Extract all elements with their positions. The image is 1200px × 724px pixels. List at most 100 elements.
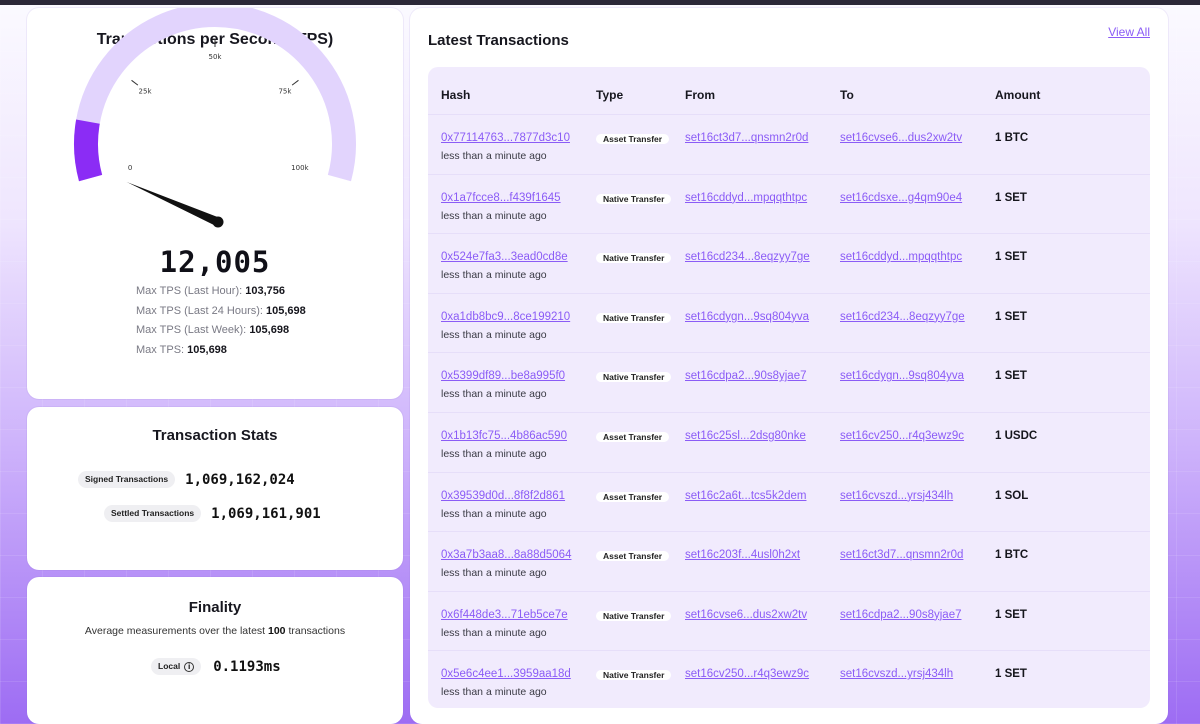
local-badge[interactable]: Local i bbox=[151, 658, 202, 675]
tx-type-badge: Native Transfer bbox=[596, 253, 672, 264]
view-all-link[interactable]: View All bbox=[1108, 25, 1150, 39]
tx-time: less than a minute ago bbox=[441, 626, 547, 639]
tx-from-link[interactable]: set16ct3d7...qnsmn2r0d bbox=[685, 132, 808, 144]
tx-type: Asset Transfer bbox=[596, 548, 670, 564]
tx-hash-link[interactable]: 0x39539d0d...8f8f2d861 bbox=[441, 490, 565, 502]
tx-time: less than a minute ago bbox=[441, 209, 547, 222]
max-tps-value: 105,698 bbox=[266, 304, 306, 317]
table-row: 0x6f448de3...71eb5ce7e less than a minute… bbox=[428, 590, 1150, 651]
tx-to-link[interactable]: set16cd234...8eqzyy7ge bbox=[840, 311, 965, 323]
column-header-hash: Hash bbox=[441, 88, 471, 102]
table-row: 0x1a7fcce8...f439f1645 less than a minute… bbox=[428, 173, 1150, 234]
max-tps-last-hour: Max TPS (Last Hour): 103,756 bbox=[136, 282, 306, 302]
tx-amount: 1 SET bbox=[995, 608, 1027, 621]
gauge-tick-label: 75k bbox=[278, 88, 292, 96]
max-tps-list: Max TPS (Last Hour): 103,756 Max TPS (La… bbox=[136, 282, 306, 360]
gauge-tick-label: 0 bbox=[128, 164, 132, 172]
table-row: 0x3a7b3aa8...8a88d5064 less than a minute… bbox=[428, 531, 1150, 591]
tx-hash-link[interactable]: 0xa1db8bc9...8ce199210 bbox=[441, 311, 570, 323]
tx-type: Native Transfer bbox=[596, 369, 672, 385]
tx-amount: 1 SET bbox=[995, 191, 1027, 204]
tx-time: less than a minute ago bbox=[441, 269, 547, 282]
tps-current-value: 12,005 bbox=[159, 245, 271, 279]
max-tps-value: 105,698 bbox=[249, 324, 290, 336]
tx-time: less than a minute ago bbox=[441, 150, 547, 162]
max-tps-last-week: Max TPS (Last Week): 105,698 bbox=[136, 321, 306, 341]
gauge-needle bbox=[126, 181, 220, 227]
tx-time: less than a minute ago bbox=[441, 686, 547, 699]
column-header-type: Type bbox=[596, 88, 624, 102]
max-tps-label: Max TPS (Last Hour): bbox=[136, 285, 243, 297]
tx-from-link[interactable]: set16cdpa2...90s8yjae7 bbox=[685, 370, 806, 382]
gauge-hub bbox=[212, 216, 224, 228]
tx-type: Native Transfer bbox=[596, 667, 672, 683]
tx-hash-link[interactable]: 0x5399df89...be8a995f0 bbox=[441, 370, 565, 382]
gauge-ticks bbox=[131, 39, 299, 86]
tx-hash-link[interactable]: 0x1b13fc75...4b86ac590 bbox=[441, 430, 567, 442]
tx-amount: 1 SET bbox=[995, 370, 1027, 383]
table-row: 0xa1db8bc9...8ce199210 less than a minute… bbox=[428, 292, 1150, 353]
tx-to-link[interactable]: set16cddyd...mpqqthtpc bbox=[840, 251, 962, 263]
tx-hash-link[interactable]: 0x77114763...7877d3c10 bbox=[441, 132, 570, 144]
gauge-fill bbox=[74, 119, 103, 182]
tx-to-link[interactable]: set16cvse6...dus2xw2tv bbox=[840, 132, 962, 144]
latest-transactions-card: Latest Transactions View All Hash Type F… bbox=[410, 8, 1168, 724]
tx-from-link[interactable]: set16c203f...4usl0h2xt bbox=[685, 549, 800, 561]
max-tps-label: Max TPS: bbox=[136, 343, 185, 356]
tx-to-link[interactable]: set16cdpa2...90s8yjae7 bbox=[840, 609, 961, 621]
tx-amount: 1 USDC bbox=[995, 430, 1038, 442]
stats-title: Transaction Stats bbox=[152, 427, 278, 444]
max-tps-value: 103,756 bbox=[245, 285, 285, 297]
info-icon[interactable]: i bbox=[184, 662, 195, 672]
max-tps-label: Max TPS (Last Week): bbox=[136, 324, 247, 336]
finality-subtitle-pre: Average measurements over the latest bbox=[84, 625, 266, 637]
tx-from-link[interactable]: set16cd234...8eqzyy7ge bbox=[685, 251, 810, 263]
max-tps-last-24h: Max TPS (Last 24 Hours): 105,698 bbox=[136, 302, 306, 322]
table-row: 0x1b13fc75...4b86ac590 less than a minute… bbox=[428, 412, 1150, 472]
tx-from-link[interactable]: set16cddyd...mpqqthtpc bbox=[685, 192, 807, 204]
tx-type-badge: Native Transfer bbox=[596, 312, 672, 323]
finality-subtitle: Average measurements over the latest 100… bbox=[27, 625, 403, 637]
settled-transactions-value: 1,069,161,901 bbox=[211, 505, 321, 522]
tx-from-link[interactable]: set16c25sl...2dsg80nke bbox=[685, 430, 806, 442]
tx-hash-link[interactable]: 0x1a7fcce8...f439f1645 bbox=[441, 192, 561, 204]
tx-to-link[interactable]: set16cv250...r4q3ewz9c bbox=[840, 430, 964, 442]
tx-to-link[interactable]: set16cvszd...yrsj434lh bbox=[840, 490, 953, 502]
column-header-from: From bbox=[685, 88, 715, 102]
settled-transactions-badge: Settled Transactions bbox=[104, 505, 202, 522]
max-tps-all-time: Max TPS: 105,698 bbox=[136, 341, 306, 361]
finality-local-value: 0.1193ms bbox=[213, 658, 281, 675]
tx-amount: 1 SET bbox=[995, 310, 1027, 323]
tx-type-badge: Asset Transfer bbox=[596, 432, 670, 442]
tx-amount: 1 BTC bbox=[995, 132, 1029, 144]
finality-local-row: Local i 0.1193ms bbox=[151, 658, 281, 675]
local-label: Local bbox=[158, 661, 181, 671]
tx-hash-link[interactable]: 0x6f448de3...71eb5ce7e bbox=[441, 609, 568, 621]
signed-transactions-value: 1,069,162,024 bbox=[185, 471, 295, 488]
tx-hash-link[interactable]: 0x5e6c4ee1...3959aa18d bbox=[441, 668, 571, 680]
tx-from-link[interactable]: set16cv250...r4q3ewz9c bbox=[685, 668, 809, 680]
settled-transactions-row: Settled Transactions 1,069,161,901 bbox=[104, 505, 321, 522]
tx-type: Native Transfer bbox=[596, 250, 672, 266]
tx-amount: 1 BTC bbox=[995, 549, 1029, 562]
tx-to-link[interactable]: set16cdygn...9sq804yva bbox=[840, 370, 964, 382]
tx-amount: 1 SET bbox=[995, 251, 1027, 264]
max-tps-value: 105,698 bbox=[187, 343, 227, 356]
tx-hash-link[interactable]: 0x3a7b3aa8...8a88d5064 bbox=[441, 549, 571, 561]
column-header-to: To bbox=[840, 88, 854, 102]
tx-from-link[interactable]: set16cdygn...9sq804yva bbox=[685, 311, 809, 323]
tx-to-link[interactable]: set16cdsxe...g4qm90e4 bbox=[840, 192, 962, 204]
tx-type-badge: Native Transfer bbox=[596, 670, 672, 681]
tx-type: Asset Transfer bbox=[596, 131, 670, 147]
tps-gauge: 0 25k 50k 75k 100k bbox=[74, 8, 356, 228]
tx-from-link[interactable]: set16cvse6...dus2xw2tv bbox=[685, 609, 807, 621]
tx-type: Asset Transfer bbox=[596, 429, 670, 445]
tx-hash-link[interactable]: 0x524e7fa3...3ead0cd8e bbox=[441, 251, 568, 263]
tx-to-link[interactable]: set16ct3d7...qnsmn2r0d bbox=[840, 549, 963, 561]
tx-to-link[interactable]: set16cvszd...yrsj434lh bbox=[840, 668, 953, 680]
gauge-labels: 0 25k 50k 75k 100k bbox=[128, 53, 310, 172]
tx-type-badge: Asset Transfer bbox=[596, 491, 670, 502]
tx-type-badge: Native Transfer bbox=[596, 372, 672, 383]
tx-from-link[interactable]: set16c2a6t...tcs5k2dem bbox=[685, 490, 806, 502]
tx-type: Asset Transfer bbox=[596, 489, 670, 505]
